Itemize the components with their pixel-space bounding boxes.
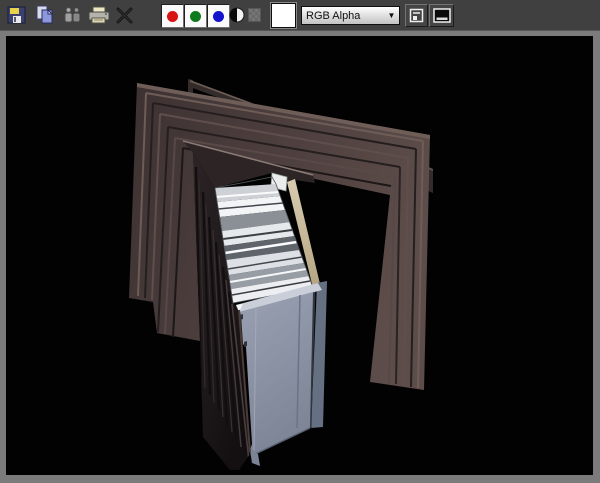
save-icon [7, 5, 27, 25]
render-canvas[interactable] [6, 36, 593, 475]
clear-x-icon [115, 5, 135, 25]
blue-channel-button[interactable] [207, 4, 230, 28]
red-channel-button[interactable] [161, 4, 184, 28]
screen-button[interactable] [429, 4, 454, 27]
chevron-down-icon: ▼ [384, 11, 399, 20]
green-channel-button[interactable] [184, 4, 207, 28]
monochrome-icon [229, 7, 245, 23]
clear-button[interactable] [113, 4, 137, 26]
blue-channel-icon [213, 11, 224, 22]
channel-display-dropdown[interactable]: RGB Alpha ▼ [301, 6, 400, 25]
clone-figures-icon [63, 6, 83, 24]
green-channel-icon [190, 11, 201, 22]
alpha-channel-button[interactable] [248, 8, 261, 22]
red-channel-icon [167, 11, 178, 22]
screen-icon [433, 8, 451, 23]
print-icon [87, 5, 111, 25]
print-button[interactable] [86, 4, 112, 26]
toolbar: RGB Alpha ▼ [0, 0, 600, 31]
rendered-frame-window: RGB Alpha ▼ [0, 0, 600, 483]
copy-icon [35, 5, 55, 25]
layer-page-icon [409, 8, 424, 23]
copy-button[interactable] [33, 4, 57, 26]
layer-button[interactable] [405, 4, 428, 27]
monochrome-button[interactable] [228, 4, 246, 26]
background-color-swatch[interactable] [271, 3, 296, 28]
save-button[interactable] [5, 4, 29, 26]
rendered-image [6, 36, 593, 475]
clone-button[interactable] [61, 4, 85, 26]
channel-display-value: RGB Alpha [302, 10, 384, 22]
